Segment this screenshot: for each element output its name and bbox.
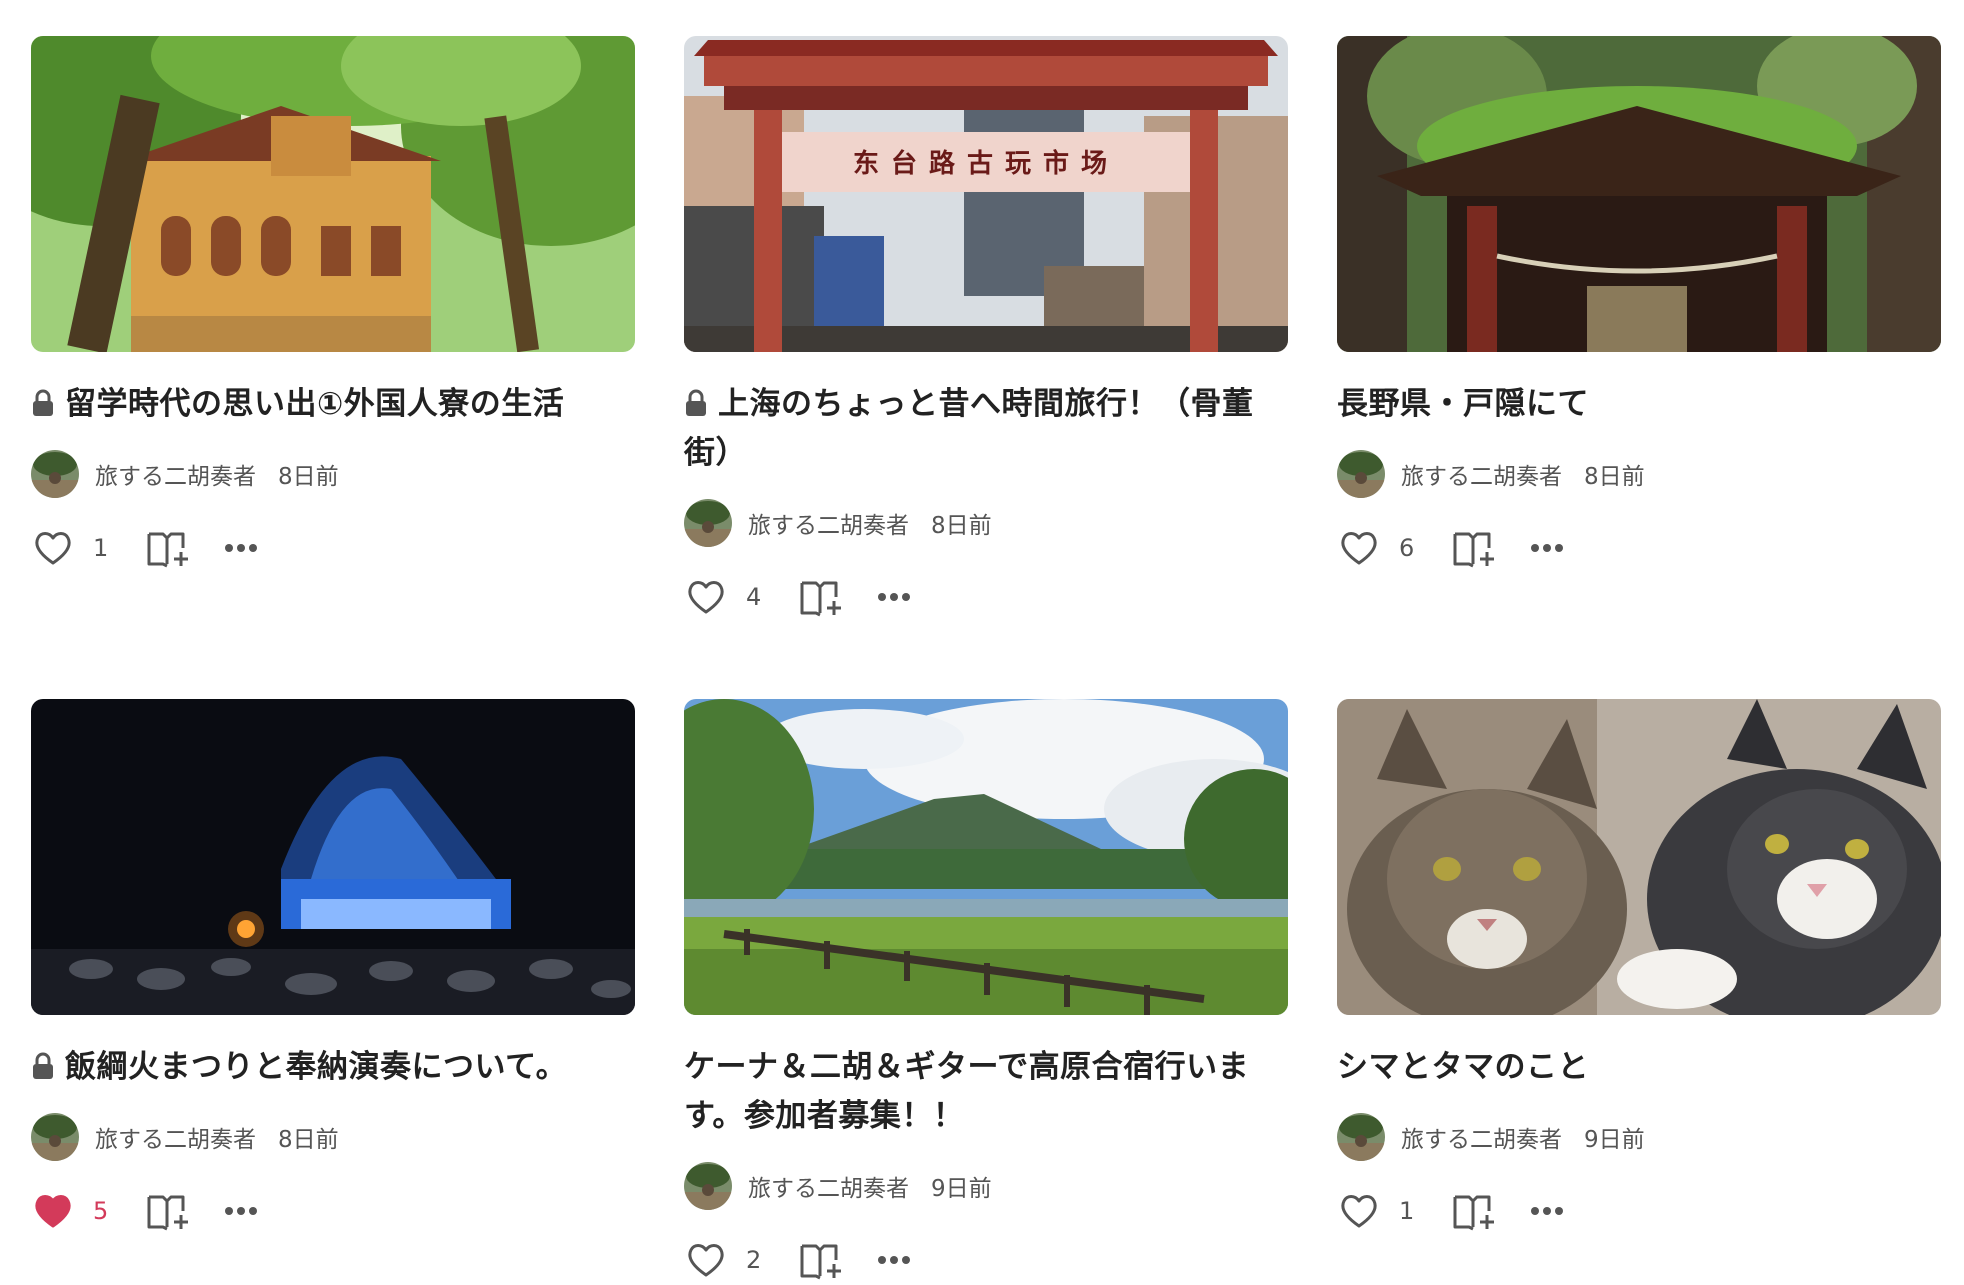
card-title-text: 留学時代の思い出①外国人寮の生活 xyxy=(65,386,565,422)
card-title-text: 飯綱火まつりと奉納演奏について。 xyxy=(65,1049,568,1085)
gate-sign-text: 东台路古玩市场 xyxy=(853,148,1119,179)
add-to-magazine-icon[interactable] xyxy=(798,575,844,619)
card-title[interactable]: 留学時代の思い出①外国人寮の生活 xyxy=(31,380,635,429)
heart-icon[interactable] xyxy=(684,1238,728,1282)
avatar[interactable] xyxy=(1337,450,1385,498)
author-name[interactable]: 旅する二胡奏者 xyxy=(95,1120,256,1154)
author-name[interactable]: 旅する二胡奏者 xyxy=(748,1169,909,1203)
avatar[interactable] xyxy=(684,499,732,547)
card-title[interactable]: 長野県・戸隠にて xyxy=(1337,380,1941,429)
add-to-magazine-icon[interactable] xyxy=(798,1238,844,1282)
card-thumbnail[interactable] xyxy=(1337,36,1941,352)
note-card[interactable]: シマとタマのこと 旅する二胡奏者 9日前 1 xyxy=(1337,699,1941,1236)
post-date: 8日前 xyxy=(278,1127,339,1153)
note-card[interactable]: 东台路古玩市场 上海のちょっと昔へ時間旅行！（骨董街） 旅する二胡奏者 8日前 … xyxy=(684,36,1288,622)
add-to-magazine-icon[interactable] xyxy=(1451,1189,1497,1233)
post-date: 9日前 xyxy=(931,1176,992,1202)
card-title-text: シマとタマのこと xyxy=(1337,1049,1589,1085)
author-name[interactable]: 旅する二胡奏者 xyxy=(748,506,909,540)
like-count: 1 xyxy=(93,534,109,562)
like-count: 5 xyxy=(93,1197,109,1225)
like-count: 6 xyxy=(1399,534,1415,562)
author-name[interactable]: 旅する二胡奏者 xyxy=(95,457,256,491)
add-to-magazine-icon[interactable] xyxy=(145,1189,191,1233)
card-title[interactable]: ケーナ＆二胡＆ギターで高原合宿行います。参加者募集！！ xyxy=(684,1043,1288,1141)
post-date: 8日前 xyxy=(931,513,992,539)
like-count: 1 xyxy=(1399,1197,1415,1225)
heart-icon[interactable] xyxy=(684,575,728,619)
add-to-magazine-icon[interactable] xyxy=(145,526,191,570)
note-card[interactable]: 留学時代の思い出①外国人寮の生活 旅する二胡奏者 8日前 1 xyxy=(31,36,635,573)
note-card[interactable]: ケーナ＆二胡＆ギターで高原合宿行います。参加者募集！！ 旅する二胡奏者 9日前 … xyxy=(684,699,1288,1285)
lock-icon xyxy=(33,389,53,416)
author-name[interactable]: 旅する二胡奏者 xyxy=(1401,1120,1562,1154)
card-thumbnail[interactable] xyxy=(31,699,635,1015)
avatar[interactable] xyxy=(1337,1113,1385,1161)
card-title[interactable]: 上海のちょっと昔へ時間旅行！（骨董街） xyxy=(684,380,1288,478)
post-date: 9日前 xyxy=(1584,1127,1645,1153)
card-thumbnail[interactable]: 东台路古玩市场 xyxy=(684,36,1288,352)
more-options-icon[interactable] xyxy=(876,1254,912,1266)
more-options-icon[interactable] xyxy=(1529,1205,1565,1217)
card-thumbnail[interactable] xyxy=(1337,699,1941,1015)
more-options-icon[interactable] xyxy=(1529,542,1565,554)
author-name[interactable]: 旅する二胡奏者 xyxy=(1401,457,1562,491)
avatar[interactable] xyxy=(31,450,79,498)
card-thumbnail[interactable] xyxy=(31,36,635,352)
add-to-magazine-icon[interactable] xyxy=(1451,526,1497,570)
heart-icon[interactable] xyxy=(1337,526,1381,570)
card-title[interactable]: 飯綱火まつりと奉納演奏について。 xyxy=(31,1043,635,1092)
card-title-text: 長野県・戸隠にて xyxy=(1337,386,1589,422)
like-count: 4 xyxy=(746,583,762,611)
avatar[interactable] xyxy=(684,1162,732,1210)
more-options-icon[interactable] xyxy=(223,542,259,554)
more-options-icon[interactable] xyxy=(223,1205,259,1217)
lock-icon xyxy=(686,389,706,416)
heart-icon[interactable] xyxy=(1337,1189,1381,1233)
card-title[interactable]: シマとタマのこと xyxy=(1337,1043,1941,1092)
note-card[interactable]: 飯綱火まつりと奉納演奏について。 旅する二胡奏者 8日前 5 xyxy=(31,699,635,1236)
post-date: 8日前 xyxy=(1584,464,1645,490)
note-card[interactable]: 長野県・戸隠にて 旅する二胡奏者 8日前 6 xyxy=(1337,36,1941,573)
heart-filled-icon[interactable] xyxy=(31,1189,75,1233)
avatar[interactable] xyxy=(31,1113,79,1161)
card-title-text: 上海のちょっと昔へ時間旅行！（骨董街） xyxy=(684,386,1254,471)
card-thumbnail[interactable] xyxy=(684,699,1288,1015)
lock-icon xyxy=(33,1052,53,1079)
post-date: 8日前 xyxy=(278,464,339,490)
more-options-icon[interactable] xyxy=(876,591,912,603)
like-count: 2 xyxy=(746,1246,762,1274)
heart-icon[interactable] xyxy=(31,526,75,570)
card-title-text: ケーナ＆二胡＆ギターで高原合宿行います。参加者募集！！ xyxy=(684,1049,1250,1134)
